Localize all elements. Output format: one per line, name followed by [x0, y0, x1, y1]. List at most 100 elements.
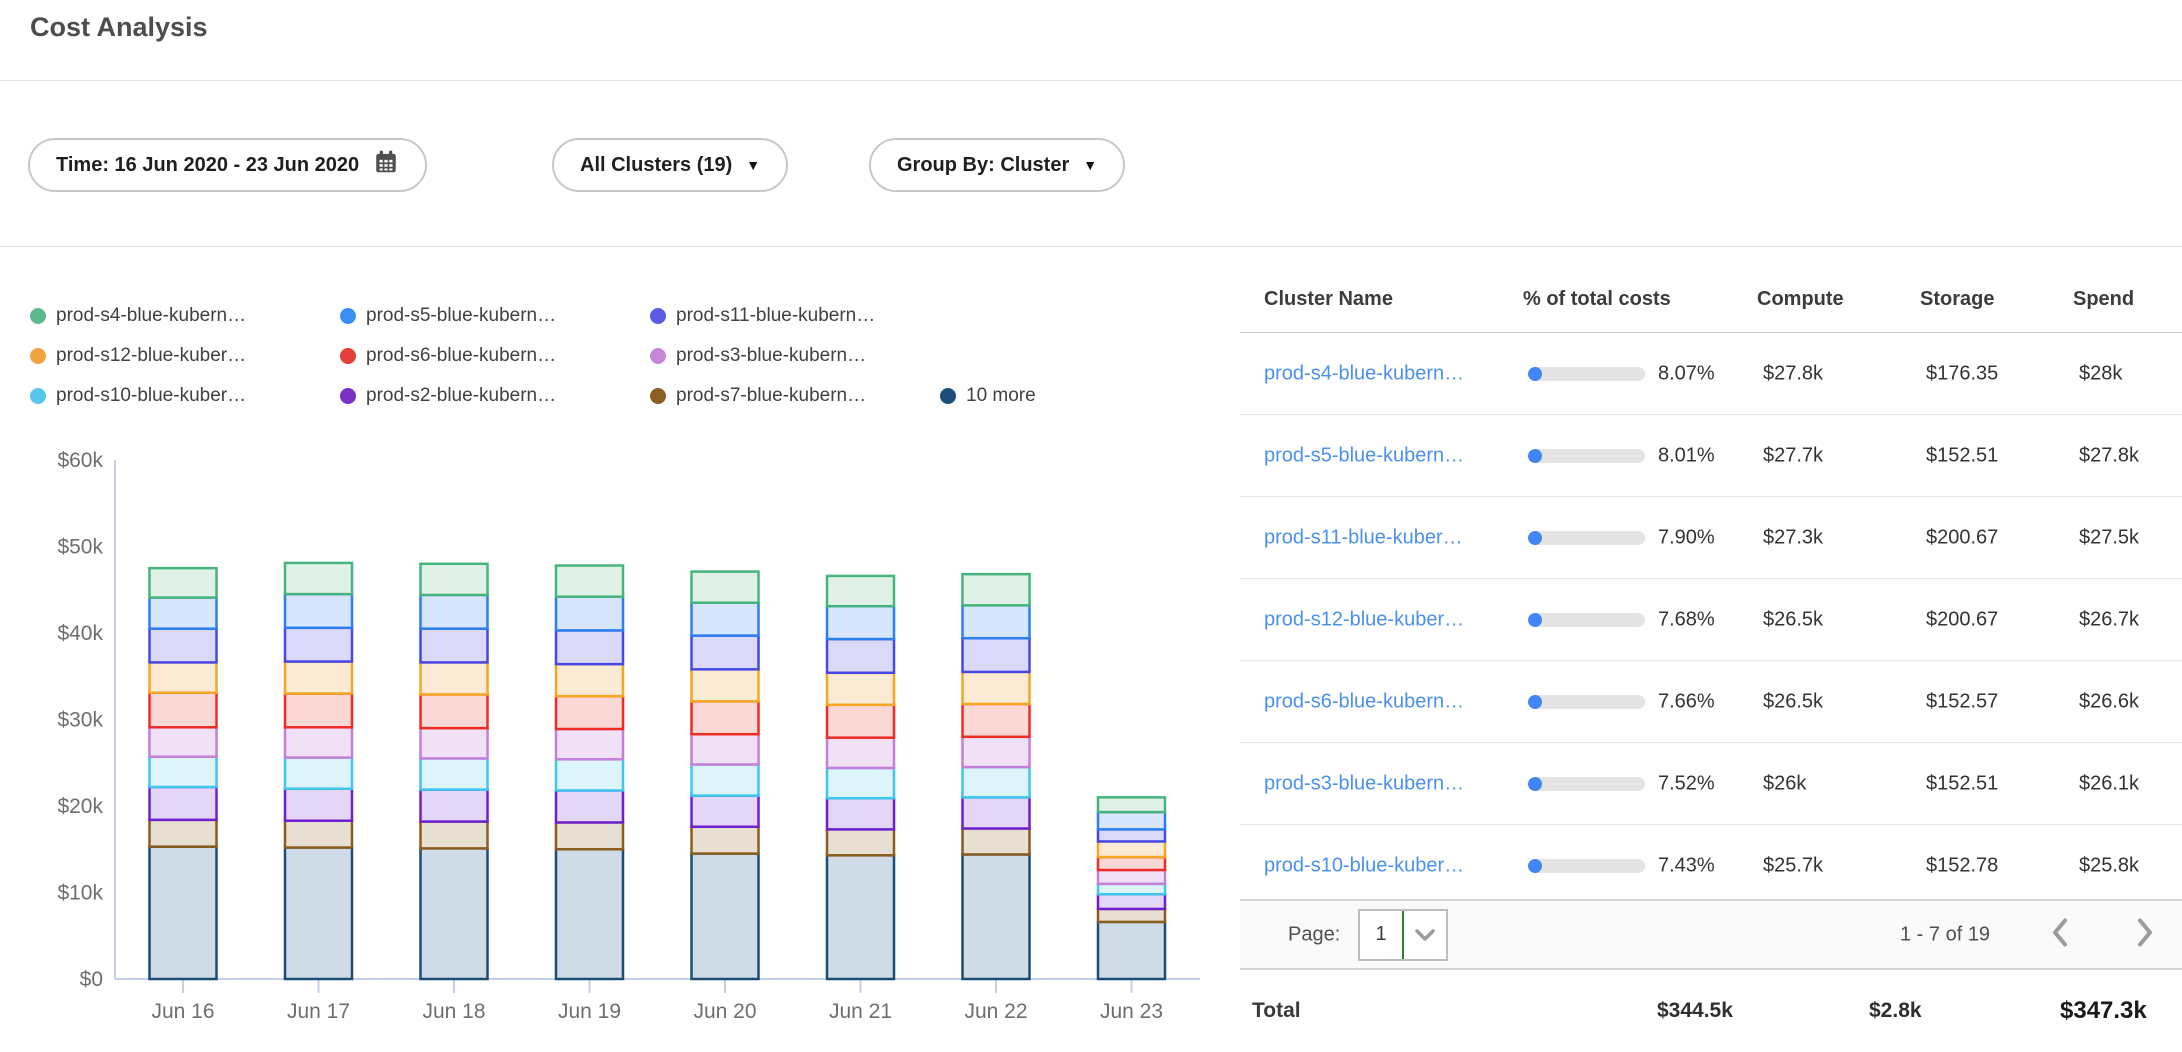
bar-segment[interactable] [556, 597, 623, 631]
bar-segment[interactable] [421, 822, 488, 849]
bar-segment[interactable] [285, 758, 352, 789]
bar-segment[interactable] [150, 787, 217, 820]
bar-segment[interactable] [150, 727, 217, 756]
cluster-name-link[interactable]: prod-s10-blue-kuber… [1264, 854, 1464, 877]
bar-segment[interactable] [421, 728, 488, 758]
bar-segment[interactable] [1098, 894, 1165, 909]
legend-item[interactable]: prod-s2-blue-kubern… [340, 385, 556, 407]
cluster-name-link[interactable]: prod-s11-blue-kuber… [1264, 526, 1463, 549]
legend-item[interactable]: 10 more [940, 385, 1036, 407]
legend-item[interactable]: prod-s4-blue-kubern… [30, 305, 246, 327]
bar-segment[interactable] [692, 764, 759, 795]
cluster-name-link[interactable]: prod-s5-blue-kubern… [1264, 444, 1464, 467]
bar-segment[interactable] [1098, 829, 1165, 841]
bar-segment[interactable] [963, 672, 1030, 704]
bar-segment[interactable] [421, 595, 488, 629]
next-page-button[interactable] [2133, 915, 2157, 954]
bar-segment[interactable] [556, 729, 623, 759]
bar-segment[interactable] [827, 576, 894, 606]
page-select[interactable]: 1 [1358, 909, 1448, 961]
bar-segment[interactable] [963, 605, 1030, 638]
bar-segment[interactable] [285, 628, 352, 662]
bar-segment[interactable] [1098, 841, 1165, 857]
bar-segment[interactable] [1098, 857, 1165, 870]
bar-segment[interactable] [421, 758, 488, 789]
bar-segment[interactable] [692, 701, 759, 734]
cluster-name-link[interactable]: prod-s12-blue-kuber… [1264, 608, 1464, 631]
bar-segment[interactable] [150, 820, 217, 847]
bar-segment[interactable] [1098, 870, 1165, 884]
bar-segment[interactable] [150, 629, 217, 663]
bar-segment[interactable] [963, 767, 1030, 797]
bar-segment[interactable] [692, 827, 759, 854]
bar-segment[interactable] [692, 603, 759, 636]
cluster-name-link[interactable]: prod-s3-blue-kubern… [1264, 772, 1464, 795]
bar-segment[interactable] [692, 734, 759, 764]
bar-segment[interactable] [421, 629, 488, 663]
bar-segment[interactable] [421, 662, 488, 694]
cluster-name-link[interactable]: prod-s6-blue-kubern… [1264, 690, 1464, 713]
cluster-name-link[interactable]: prod-s4-blue-kubern… [1264, 362, 1464, 385]
bar-segment[interactable] [285, 563, 352, 594]
legend-item[interactable]: prod-s5-blue-kubern… [340, 305, 556, 327]
bar-segment[interactable] [556, 822, 623, 849]
bar-segment[interactable] [692, 572, 759, 603]
bar-segment[interactable] [421, 564, 488, 595]
bar-segment[interactable] [1098, 812, 1165, 829]
bar-segment[interactable] [150, 662, 217, 692]
bar-segment[interactable] [285, 789, 352, 821]
legend-item[interactable]: prod-s3-blue-kubern… [650, 345, 866, 367]
bar-segment[interactable] [556, 664, 623, 696]
bar-segment[interactable] [150, 568, 217, 597]
bar-segment[interactable] [1098, 922, 1165, 979]
bar-segment[interactable] [1098, 884, 1165, 894]
bar-segment[interactable] [285, 821, 352, 848]
bar-segment[interactable] [827, 855, 894, 979]
bar-segment[interactable] [150, 847, 217, 979]
group-by-dropdown[interactable]: Group By: Cluster ▼ [869, 138, 1125, 192]
bar-segment[interactable] [963, 638, 1030, 672]
legend-item[interactable]: prod-s12-blue-kuber… [30, 345, 246, 367]
bar-segment[interactable] [963, 854, 1030, 979]
bar-segment[interactable] [556, 849, 623, 979]
bar-segment[interactable] [692, 796, 759, 827]
bar-segment[interactable] [692, 854, 759, 979]
bar-segment[interactable] [150, 757, 217, 787]
bar-segment[interactable] [963, 737, 1030, 767]
bar-segment[interactable] [1098, 797, 1165, 812]
bar-segment[interactable] [1098, 909, 1165, 922]
bar-segment[interactable] [556, 759, 623, 790]
bar-segment[interactable] [827, 768, 894, 798]
legend-item[interactable]: prod-s10-blue-kuber… [30, 385, 246, 407]
bar-segment[interactable] [421, 790, 488, 822]
bar-segment[interactable] [963, 797, 1030, 828]
bar-segment[interactable] [827, 798, 894, 829]
time-range-filter[interactable]: Time: 16 Jun 2020 - 23 Jun 2020 [28, 138, 427, 192]
clusters-filter-dropdown[interactable]: All Clusters (19) ▼ [552, 138, 788, 192]
bar-segment[interactable] [285, 727, 352, 757]
bar-segment[interactable] [556, 630, 623, 664]
legend-item[interactable]: prod-s11-blue-kubern… [650, 305, 875, 327]
bar-segment[interactable] [963, 704, 1030, 737]
bar-segment[interactable] [827, 639, 894, 673]
bar-segment[interactable] [827, 738, 894, 768]
bar-segment[interactable] [692, 636, 759, 670]
previous-page-button[interactable] [2048, 915, 2072, 954]
bar-segment[interactable] [556, 696, 623, 729]
bar-segment[interactable] [150, 598, 217, 629]
legend-item[interactable]: prod-s7-blue-kubern… [650, 385, 866, 407]
legend-item[interactable]: prod-s6-blue-kubern… [340, 345, 556, 367]
bar-segment[interactable] [285, 662, 352, 694]
bar-segment[interactable] [827, 673, 894, 705]
bar-segment[interactable] [285, 694, 352, 728]
bar-segment[interactable] [421, 848, 488, 979]
bar-segment[interactable] [692, 669, 759, 701]
bar-segment[interactable] [285, 848, 352, 979]
bar-segment[interactable] [421, 694, 488, 728]
bar-segment[interactable] [827, 705, 894, 738]
bar-segment[interactable] [556, 790, 623, 822]
bar-segment[interactable] [150, 693, 217, 728]
bar-segment[interactable] [827, 606, 894, 639]
bar-segment[interactable] [963, 574, 1030, 605]
bar-segment[interactable] [963, 828, 1030, 854]
